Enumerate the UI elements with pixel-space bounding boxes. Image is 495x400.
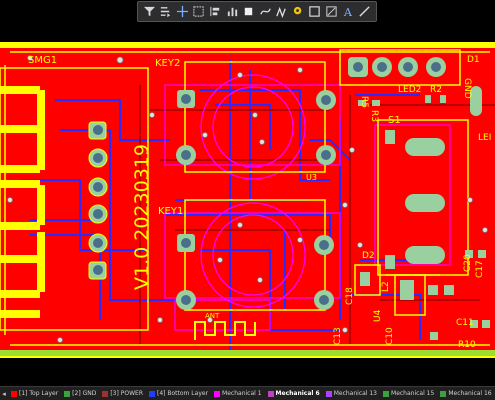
layer-color-swatch bbox=[102, 390, 109, 397]
layer-color-swatch bbox=[148, 390, 155, 397]
text-icon[interactable]: A bbox=[341, 4, 356, 19]
layer-tab[interactable]: [4] Bottom Layer bbox=[146, 388, 211, 400]
layer-tab[interactable]: Mechanical 15 bbox=[380, 388, 437, 400]
layer-tab[interactable]: Mechanical 1 bbox=[211, 388, 264, 400]
label-r5: R5 bbox=[359, 96, 369, 108]
label-ant: ANT bbox=[205, 312, 220, 320]
layer-tab[interactable]: [1] Top Layer bbox=[8, 388, 61, 400]
label-c17: C17 bbox=[475, 260, 485, 278]
label-led2: LED2 bbox=[398, 85, 421, 95]
layer-tab-label: [1] Top Layer bbox=[19, 390, 59, 397]
interactive-route-icon[interactable] bbox=[274, 4, 289, 19]
label-d1: D1 bbox=[467, 55, 480, 65]
select-rect-icon[interactable] bbox=[191, 4, 206, 19]
layer-color-swatch bbox=[64, 390, 71, 397]
chart-icon[interactable] bbox=[225, 4, 240, 19]
connect-icon[interactable] bbox=[258, 4, 273, 19]
measure-icon[interactable] bbox=[324, 4, 339, 19]
label-s1: S1 bbox=[388, 115, 401, 126]
label-r10: R10 bbox=[458, 340, 476, 350]
label-led: LEI bbox=[478, 133, 491, 143]
label-c18: C18 bbox=[345, 287, 355, 305]
label-u3: U3 bbox=[306, 173, 317, 182]
layer-color-swatch bbox=[267, 390, 274, 397]
label-c20: C20 bbox=[463, 254, 473, 272]
layer-tab-label: Mechanical 16 bbox=[448, 390, 492, 397]
board-edge-green bbox=[0, 350, 495, 356]
label-c11: C11 bbox=[456, 318, 474, 328]
layer-tab-label: [3] POWER bbox=[110, 390, 143, 397]
layer-color-swatch bbox=[11, 390, 17, 397]
pcb-toolbar: A bbox=[137, 1, 377, 22]
layer-color-swatch bbox=[325, 390, 332, 397]
layer-color-swatch bbox=[383, 390, 390, 397]
label-gnd: GND bbox=[462, 78, 472, 99]
layer-tabs-bar: ◂ [1] Top Layer [2] GND [3] POWER [4] Botto… bbox=[0, 386, 495, 400]
label-c13: C13 bbox=[333, 327, 343, 345]
align-icon[interactable] bbox=[208, 4, 223, 19]
pcb-canvas[interactable]: SMG1 KEY2 KEY1 LED2 R2 GND D1 S1 R5 R3 D… bbox=[0, 0, 495, 400]
svg-text:A: A bbox=[342, 6, 352, 18]
layer-tab[interactable]: Mechanical 16 bbox=[437, 388, 494, 400]
label-r2: R2 bbox=[430, 85, 442, 95]
rectangle-icon[interactable] bbox=[307, 4, 322, 19]
layer-tab-label: Mechanical 13 bbox=[333, 390, 378, 397]
filter-icon[interactable] bbox=[142, 4, 157, 19]
via-icon[interactable] bbox=[291, 4, 306, 19]
label-key1: KEY1 bbox=[158, 206, 183, 217]
layer-color-swatch bbox=[214, 390, 221, 397]
scroll-left-icon[interactable]: ◂ bbox=[0, 388, 8, 400]
label-d2: D2 bbox=[362, 251, 375, 261]
label-key2: KEY2 bbox=[155, 58, 180, 69]
label-smg: SMG1 bbox=[28, 55, 57, 66]
label-c10: C10 bbox=[385, 327, 395, 345]
layer-tab-label: [2] GND bbox=[72, 390, 97, 397]
layer-tab-label: Mechanical 15 bbox=[391, 390, 435, 397]
layer-tab-label: [4] Bottom Layer bbox=[156, 390, 209, 397]
layer-tab[interactable]: [3] POWER bbox=[99, 388, 146, 400]
crosshair-icon[interactable] bbox=[175, 4, 190, 19]
layer-tab[interactable]: [2] GND bbox=[61, 388, 99, 400]
component-icon[interactable] bbox=[241, 4, 256, 19]
label-r3: R3 bbox=[369, 110, 379, 122]
layer-tab[interactable]: Mechanical 6 bbox=[265, 388, 323, 400]
line-icon[interactable] bbox=[357, 4, 372, 19]
layer-tab-label: Mechanical 1 bbox=[222, 390, 262, 397]
label-l2: L2 bbox=[381, 281, 391, 292]
layer-color-swatch bbox=[440, 390, 447, 397]
version-text: V1.0 20230319 bbox=[131, 144, 153, 290]
layer-tab-label: Mechanical 6 bbox=[275, 390, 320, 397]
layer-tab[interactable]: Mechanical 13 bbox=[323, 388, 380, 400]
route-icon[interactable] bbox=[158, 4, 173, 19]
label-u4: U4 bbox=[373, 309, 383, 322]
